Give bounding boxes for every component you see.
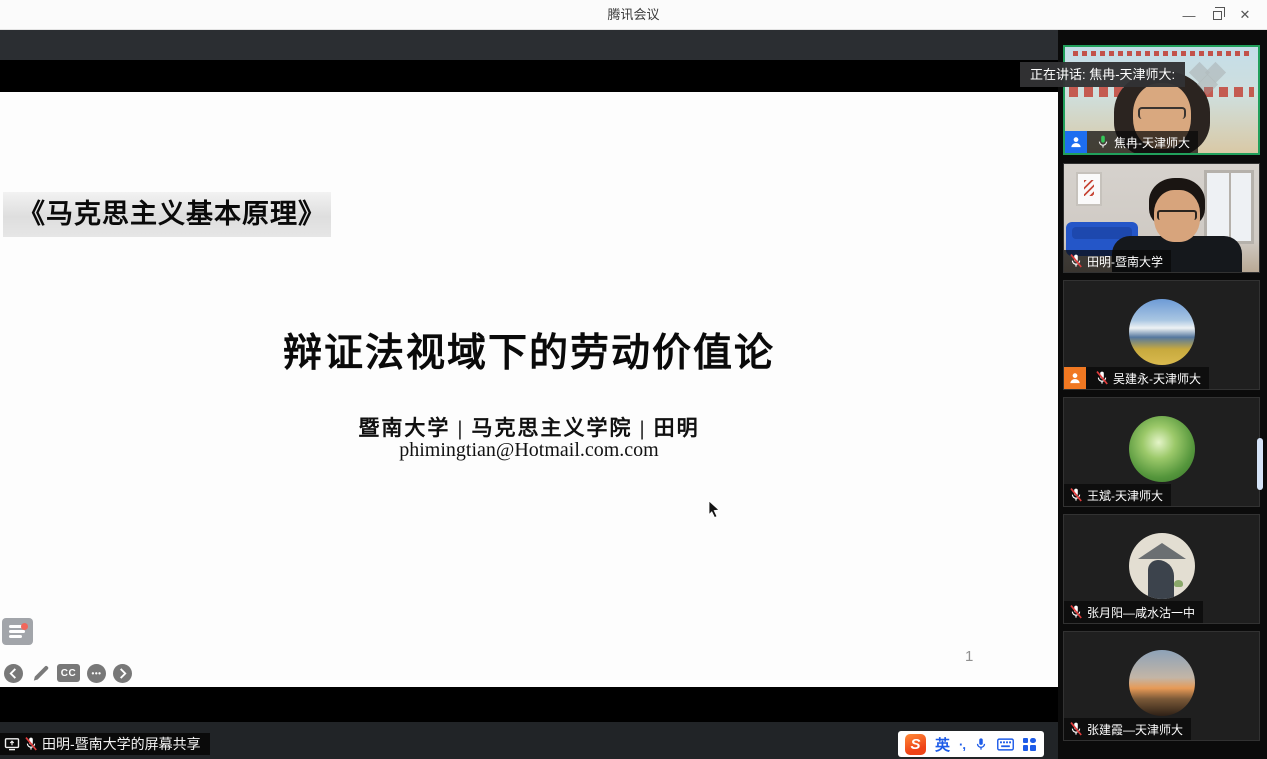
minimize-button[interactable]: — bbox=[1175, 0, 1203, 30]
participant-label: 吴建永-天津师大 bbox=[1064, 367, 1209, 389]
mic-muted-icon bbox=[1068, 604, 1084, 620]
mic-muted-icon bbox=[23, 736, 39, 752]
title-bar: 腾讯会议 — ✕ bbox=[0, 0, 1267, 30]
member-role-icon bbox=[1065, 131, 1087, 153]
ime-toolbar: S 英 ·, bbox=[898, 731, 1044, 757]
participant-name: 王斌-天津师大 bbox=[1087, 487, 1163, 504]
pen-tool-button[interactable] bbox=[30, 663, 50, 683]
tencent-meeting-window: 腾讯会议 — ✕ 《马克思主义基本原理》 辩证法视域下的劳动价值论 暨南大学 |… bbox=[0, 0, 1267, 759]
participant-name: 焦冉-天津师大 bbox=[1114, 134, 1190, 151]
ime-punctuation-toggle[interactable]: ·, bbox=[959, 737, 965, 752]
shared-screen-area: 《马克思主义基本原理》 辩证法视域下的劳动价值论 暨南大学 | 马克思主义学院 … bbox=[0, 30, 1058, 759]
watermark-icon bbox=[1186, 61, 1246, 95]
ime-keyboard-icon[interactable] bbox=[997, 738, 1014, 751]
sidebar-scrollbar[interactable] bbox=[1257, 438, 1263, 490]
mic-muted-icon bbox=[1068, 721, 1084, 737]
sogou-logo-icon[interactable]: S bbox=[905, 734, 926, 755]
more-options-button[interactable]: ••• bbox=[87, 664, 106, 683]
mic-muted-icon bbox=[1094, 370, 1110, 386]
participant-tile[interactable]: 田明-暨南大学 bbox=[1063, 163, 1260, 273]
slide-list-button[interactable] bbox=[2, 618, 33, 645]
participant-name: 吴建永-天津师大 bbox=[1113, 370, 1201, 387]
participant-label: 王斌-天津师大 bbox=[1064, 484, 1171, 506]
participant-name: 张建霞—天津师大 bbox=[1087, 721, 1183, 738]
window-controls: — ✕ bbox=[1175, 0, 1259, 30]
restore-icon bbox=[1213, 11, 1222, 20]
slide-page-number: 1 bbox=[965, 648, 973, 665]
mic-muted-icon bbox=[1068, 253, 1084, 269]
member-role-icon bbox=[1064, 367, 1086, 389]
captions-button[interactable]: CC bbox=[57, 664, 80, 682]
participant-tile[interactable]: 吴建永-天津师大 bbox=[1063, 280, 1260, 390]
presenter-controls: CC ••• bbox=[4, 662, 132, 684]
participant-avatar bbox=[1129, 299, 1195, 365]
screen-share-label: 田明-暨南大学的屏幕共享 bbox=[42, 734, 201, 754]
screen-letterbox-bottom bbox=[0, 687, 1058, 722]
previous-slide-button[interactable] bbox=[4, 664, 23, 683]
notification-dot bbox=[21, 623, 28, 630]
arrow-left-icon bbox=[8, 668, 19, 679]
participant-avatar bbox=[1129, 533, 1195, 599]
ime-language-toggle[interactable]: 英 bbox=[935, 734, 950, 755]
more-dots-icon: ••• bbox=[92, 669, 102, 678]
participant-label: 张月阳—咸水沽一中 bbox=[1064, 601, 1203, 623]
participant-name: 田明-暨南大学 bbox=[1087, 253, 1163, 270]
presentation-slide: 《马克思主义基本原理》 辩证法视域下的劳动价值论 暨南大学 | 马克思主义学院 … bbox=[0, 92, 1058, 687]
slide-email: phimingtian@Hotmail.com.com bbox=[0, 439, 1058, 462]
restore-button[interactable] bbox=[1203, 0, 1231, 30]
participant-label: 田明-暨南大学 bbox=[1064, 250, 1171, 272]
screen-share-badge: 田明-暨南大学的屏幕共享 bbox=[0, 733, 210, 755]
meeting-bottom-bar: 田明-暨南大学的屏幕共享 S 英 ·, bbox=[0, 722, 1058, 759]
participant-tile[interactable]: 张月阳—咸水沽一中 bbox=[1063, 514, 1260, 624]
participant-label: 焦冉-天津师大 bbox=[1065, 131, 1198, 153]
participant-tile[interactable]: 张建霞—天津师大 bbox=[1063, 631, 1260, 741]
screen-letterbox-top bbox=[0, 60, 1058, 92]
slide-author-line: 暨南大学 | 马克思主义学院 | 田明 bbox=[0, 412, 1058, 442]
slide-title: 辩证法视域下的劳动价值论 bbox=[0, 322, 1058, 378]
mouse-cursor bbox=[706, 500, 722, 520]
participant-avatar bbox=[1129, 650, 1195, 716]
ime-toolbox-icon[interactable] bbox=[1023, 738, 1036, 751]
mic-muted-icon bbox=[1068, 487, 1084, 503]
participant-label: 张建霞—天津师大 bbox=[1064, 718, 1191, 740]
ime-voice-icon[interactable] bbox=[974, 736, 988, 752]
active-speaker-toast: 正在讲话: 焦冉-天津师大: bbox=[1020, 62, 1185, 87]
participants-sidebar: 焦冉-天津师大 田明-暨南大学 bbox=[1058, 30, 1267, 759]
meeting-top-band bbox=[0, 30, 1058, 60]
participant-name: 张月阳—咸水沽一中 bbox=[1087, 604, 1195, 621]
window-title: 腾讯会议 bbox=[0, 0, 1267, 30]
participant-tile[interactable]: 王斌-天津师大 bbox=[1063, 397, 1260, 507]
participant-avatar bbox=[1129, 416, 1195, 482]
course-title-badge: 《马克思主义基本原理》 bbox=[3, 192, 331, 237]
arrow-right-icon bbox=[117, 668, 128, 679]
pencil-icon bbox=[31, 664, 50, 683]
mic-on-icon bbox=[1095, 134, 1111, 150]
next-slide-button[interactable] bbox=[113, 664, 132, 683]
monitor-share-icon bbox=[4, 736, 20, 752]
close-button[interactable]: ✕ bbox=[1231, 0, 1259, 30]
